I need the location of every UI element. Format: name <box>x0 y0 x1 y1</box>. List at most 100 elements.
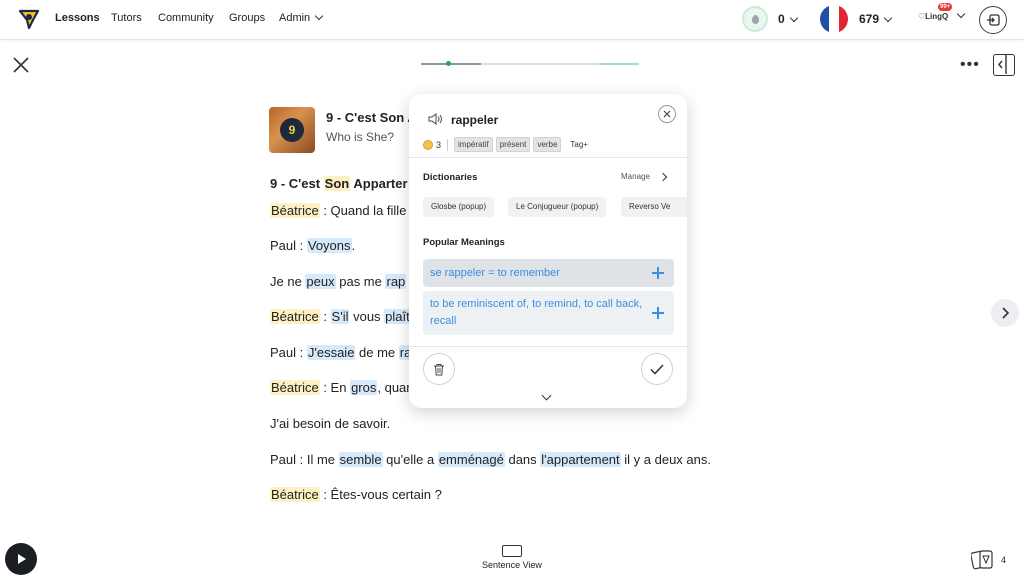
tag-chip[interactable]: impératif <box>454 137 493 152</box>
tag-chip[interactable]: présent <box>495 137 531 152</box>
chevron-down-icon <box>789 13 798 23</box>
nav-lessons[interactable]: Lessons <box>55 12 100 24</box>
streak-count[interactable]: 0 <box>778 12 798 26</box>
dictionary-chip[interactable]: Le Conjugueur (popup) <box>508 197 607 217</box>
flashcards-icon[interactable] <box>971 547 995 571</box>
expand-popup-icon[interactable] <box>541 390 552 401</box>
sentence-view-button[interactable]: Sentence View <box>476 545 548 570</box>
flashcards-count: 4 <box>1001 555 1007 565</box>
lesson-thumbnail: 9 <box>269 107 315 153</box>
speaker-icon[interactable] <box>428 113 444 125</box>
play-audio-button[interactable] <box>5 543 37 575</box>
lingq-word[interactable]: Béatrice <box>270 487 320 502</box>
plain-text: : Êtes-vous certain ? <box>319 487 442 502</box>
chevron-down-icon <box>957 9 966 19</box>
plain-text: il y a deux ans. <box>620 452 711 467</box>
progress-known-segment <box>599 63 639 65</box>
plain-text: dans <box>504 452 541 467</box>
lingq-logo-icon[interactable] <box>18 8 40 30</box>
lesson-sentence: Béatrice : Quand la fille <box>270 203 406 218</box>
top-navbar: Lessons Tutors Community Groups Admin 0 … <box>0 0 1024 40</box>
nav-tutors[interactable]: Tutors <box>111 12 142 24</box>
chevron-right-icon <box>1002 307 1010 319</box>
plain-text: . <box>351 238 356 253</box>
plain-text: : <box>319 309 331 324</box>
lingq-menu[interactable]: ♡LingQ <box>918 9 966 21</box>
meaning-option[interactable]: se rappeler = to remember <box>423 259 674 287</box>
popup-close-button[interactable] <box>658 105 676 123</box>
mark-known-button[interactable] <box>641 353 673 385</box>
manage-dictionaries-link[interactable]: Manage <box>621 172 650 181</box>
known-words-value: 679 <box>859 12 880 26</box>
lingq-word[interactable]: Son <box>323 176 351 191</box>
meaning-text: se rappeler = to remember <box>430 267 560 279</box>
meaning-option[interactable]: to be reminiscent of, to remind, to call… <box>423 291 674 335</box>
new-word[interactable]: plaît <box>384 309 411 324</box>
new-word[interactable]: l'appartement <box>540 452 621 467</box>
plain-text: 9 - C'est <box>270 176 324 191</box>
nav-community[interactable]: Community <box>158 12 214 24</box>
more-options-icon[interactable]: ••• <box>960 56 980 74</box>
plain-text: Paul : Il me <box>270 452 339 467</box>
new-word[interactable]: emménagé <box>437 452 505 467</box>
lingq-menu-label: LingQ <box>925 12 949 21</box>
tag-chip[interactable]: verbe <box>533 137 562 152</box>
status-level-icon[interactable] <box>423 139 433 150</box>
lesson-sentence: Béatrice : S'il vous plaît <box>270 309 411 324</box>
progress-fill <box>421 63 481 65</box>
sentence-view-label: Sentence View <box>482 560 542 570</box>
trash-icon <box>434 363 444 375</box>
progress-marker <box>446 61 451 66</box>
lesson-sentence: Paul : Voyons. <box>270 238 355 253</box>
popup-status-row: 3 impératif présent verbe Tag+ <box>423 137 588 152</box>
divider <box>409 346 687 347</box>
chevron-right-icon[interactable] <box>658 172 668 182</box>
add-tag-button[interactable]: Tag+ <box>570 140 588 149</box>
sidebar-toggle-icon[interactable] <box>993 54 1015 76</box>
import-button[interactable] <box>979 6 1007 34</box>
chevron-down-icon <box>314 11 324 21</box>
plain-text: vous <box>349 309 385 324</box>
play-icon <box>17 554 26 564</box>
streak-count-value: 0 <box>778 12 785 26</box>
delete-button[interactable] <box>423 353 455 385</box>
new-word[interactable]: Voyons <box>306 238 352 253</box>
known-words-count[interactable]: 679 <box>859 12 893 26</box>
close-icon <box>663 110 671 118</box>
notification-badge: 99+ <box>938 3 953 11</box>
new-word[interactable]: peux <box>305 274 336 289</box>
new-word[interactable]: S'il <box>330 309 350 324</box>
add-meaning-icon[interactable] <box>652 307 664 319</box>
sidebar-toggle-glyph <box>998 55 1007 74</box>
lesson-sentence: 9 - C'est Son Apparter <box>270 176 408 191</box>
new-word[interactable]: rap <box>385 274 407 289</box>
streak-icon[interactable] <box>742 6 768 32</box>
new-word[interactable]: gros <box>350 380 378 395</box>
lesson-sentence: Je ne peux pas me rap <box>270 274 407 289</box>
plain-text: pas me <box>335 274 386 289</box>
dictionary-chip[interactable]: Glosbe (popup) <box>423 197 495 217</box>
plain-text: Paul : <box>270 238 307 253</box>
new-word[interactable]: J'essaie <box>306 345 356 360</box>
lesson-sentence: Béatrice : Êtes-vous certain ? <box>270 487 442 502</box>
dictionary-chip[interactable]: Reverso Ve <box>621 197 687 217</box>
popular-meanings-heading: Popular Meanings <box>423 237 505 248</box>
status-level: 3 <box>436 139 442 150</box>
lesson-sentence: Béatrice : En gros, quan <box>270 380 414 395</box>
import-icon <box>987 14 1000 26</box>
close-lesson-icon[interactable] <box>12 56 30 74</box>
lingq-word[interactable]: Béatrice <box>270 203 320 218</box>
new-word[interactable]: semble <box>338 452 383 467</box>
nav-admin[interactable]: Admin <box>279 11 324 24</box>
add-meaning-icon[interactable] <box>652 267 664 279</box>
plain-text: : En <box>319 380 351 395</box>
lesson-sentence: Paul : J'essaie de me ra <box>270 345 413 360</box>
next-page-button[interactable] <box>991 299 1019 327</box>
lingq-word[interactable]: Béatrice <box>270 380 320 395</box>
lingq-word[interactable]: Béatrice <box>270 309 320 324</box>
word-popup: rappeler 3 impératif présent verbe Tag+ … <box>409 94 687 408</box>
french-flag-icon[interactable] <box>820 5 848 33</box>
plain-text: J'ai besoin de savoir. <box>270 416 391 431</box>
nav-groups[interactable]: Groups <box>229 12 265 24</box>
lesson-sentence: Paul : Il me semble qu'elle a emménagé d… <box>270 452 711 467</box>
